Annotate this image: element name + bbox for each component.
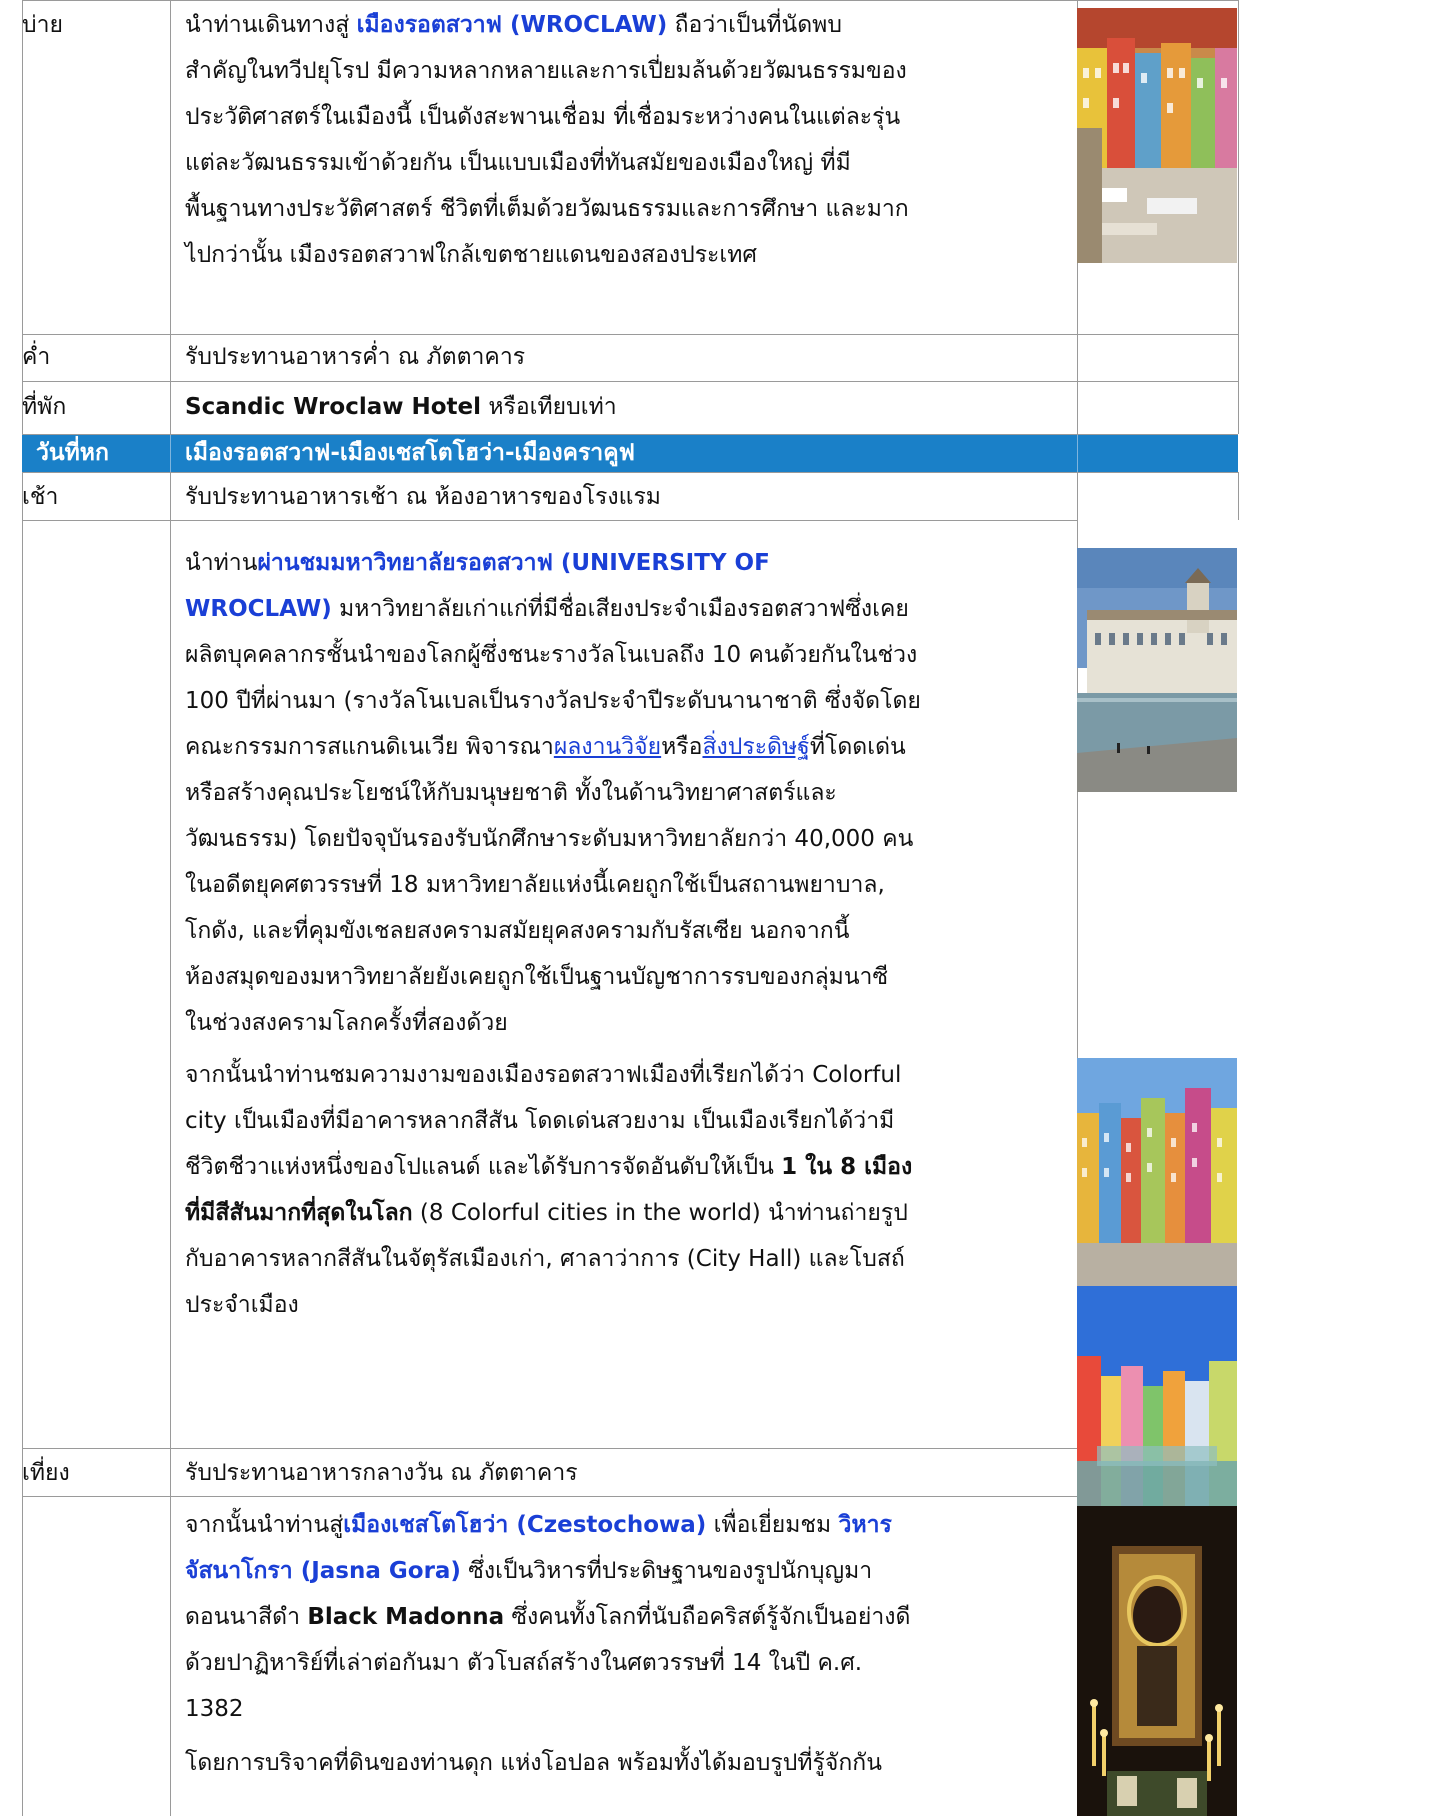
colorful-line: city เป็นเมืองที่มีอาคารหลากสีสัน โดดเด่… [185, 1108, 895, 1134]
day-route-title: เมืองรอตสวาฟ-เมืองเชสโตโฮว่า-เมืองคราคูฟ [185, 440, 635, 466]
czesto-line-1: จากนั้นนำท่านสู่เมืองเชสโตโฮว่า (Czestoc… [185, 1502, 892, 1548]
band-divider [1077, 435, 1078, 472]
band-divider [170, 435, 171, 472]
lunch-text: รับประทานอาหารกลางวัน ณ ภัตตาคาร [185, 1460, 578, 1486]
czestochowa-name: เมืองเชสโตโฮว่า (Czestochowa) [343, 1512, 707, 1538]
text-span: ซึ่งเป็นวิหารที่ประดิษฐานของรูปนักบุญมา [460, 1558, 873, 1584]
colorful-line: ประจำเมือง [185, 1292, 299, 1318]
colorful-facades-photo [1077, 1058, 1237, 1286]
text-span: หรือเทียบเท่า [481, 394, 617, 420]
university-line: ห้องสมุดของมหาวิทยาลัยยังเคยถูกใช้เป็นฐา… [185, 964, 889, 990]
black-madonna-photo [1077, 1506, 1237, 1816]
text-span: นำท่าน [185, 550, 258, 576]
university-of-wroclaw-photo [1077, 548, 1237, 792]
breakfast-text: รับประทานอาหารเช้า ณ ห้องอาหารของโรงแรม [185, 484, 661, 510]
text-span: มหาวิทยาลัยเก่าแก่ที่มีชื่อเสียงประจำเมื… [331, 596, 909, 622]
row-border [22, 520, 1077, 521]
col-border [22, 0, 23, 1816]
monastery-name: วิหาร [838, 1512, 892, 1538]
research-link[interactable]: ผลงานวิจัย [554, 734, 661, 760]
afternoon-line: แต่ละวัฒนธรรมเข้าด้วยกัน เป็นแบบเมืองที่… [185, 150, 851, 176]
colorful-line: จากนั้นนำท่านชมความงามของเมืองรอตสวาฟเมื… [185, 1062, 902, 1088]
text-span: จากนั้นนำท่านสู่ [185, 1512, 344, 1538]
row-border [22, 1496, 1077, 1497]
wroclaw-name: เมืองรอตสวาฟ (WROCLAW) [356, 12, 668, 38]
row-label-lunch: เที่ยง [22, 1460, 70, 1486]
row-label-afternoon: บ่าย [22, 12, 63, 38]
text-span: ที่โดดเด่น [809, 734, 906, 760]
university-line: ในช่วงสงครามโลกครั้งที่สองด้วย [185, 1010, 508, 1036]
text-span: หรือ [661, 734, 703, 760]
day-header-band: วันที่หก เมืองรอตสวาฟ-เมืองเชสโตโฮว่า-เม… [22, 435, 1238, 472]
col-border [1238, 0, 1239, 434]
czesto-line-3: ดอนนาสีดำ Black Madonna ซึ่งคนทั้งโลกที่… [185, 1594, 910, 1640]
row-label-breakfast: เช้า [22, 484, 59, 510]
text-span: เพื่อเยี่ยมชม [706, 1512, 839, 1538]
row-border [22, 472, 1238, 473]
university-line: 100 ปีที่ผ่านมา (รางวัลโนเบลเป็นรางวัลปร… [185, 688, 921, 714]
colorful-line-4: ที่มีสีสันมากที่สุดในโลก (8 Colorful cit… [185, 1190, 908, 1236]
university-line: วัฒนธรรม) โดยปัจจุบันรองรับนักศึกษาระดับ… [185, 826, 914, 852]
text-span: คณะกรรมการสแกนดิเนเวีย พิจารณา [185, 734, 554, 760]
col-border [170, 0, 171, 1816]
col-border [1238, 472, 1239, 520]
czesto-line-2: จัสนาโกรา (Jasna Gora) ซึ่งเป็นวิหารที่ป… [185, 1548, 872, 1594]
text-span: ซึ่งคนทั้งโลกที่นับถือคริสต์รู้จักเป็นอย… [504, 1604, 911, 1630]
afternoon-line: สำคัญในทวีปยุโรป มีความหลากหลายและการเปี… [185, 58, 907, 84]
invention-link[interactable]: สิ่งประดิษฐ์ [702, 734, 809, 760]
text-span: ชีวิตชีวาแห่งหนึ่งของโปแลนด์ และได้รับกา… [185, 1154, 782, 1180]
row-border [22, 1448, 1077, 1449]
day-label: วันที่หก [36, 440, 109, 466]
row-border [22, 0, 1238, 1]
row-border [22, 381, 1238, 382]
wroclaw-market-square-photo [1077, 8, 1237, 263]
text-span: นำท่านเดินทางสู่ [185, 12, 357, 38]
ranking-highlight: 1 ใน 8 เมือง [781, 1154, 913, 1180]
afternoon-line: พื้นฐานทางประวัติศาสตร์ ชีวิตที่เต็มด้วย… [185, 196, 909, 222]
university-line-2: WROCLAW) มหาวิทยาลัยเก่าแก่ที่มีชื่อเสีย… [185, 586, 909, 632]
afternoon-line-1: นำท่านเดินทางสู่ เมืองรอตสวาฟ (WROCLAW) … [185, 2, 842, 48]
university-line: ในอดีตยุคศตวรรษที่ 18 มหาวิทยาลัยแห่งนี้… [185, 872, 885, 898]
university-line-1: นำท่านผ่านชมมหาวิทยาลัยรอตสวาฟ (UNIVERSI… [185, 540, 770, 586]
afternoon-line: ไปกว่านั้น เมืองรอตสวาฟใกล้เขตชายแดนของส… [185, 242, 758, 268]
ranking-highlight: ที่มีสีสันมากที่สุดในโลก [185, 1200, 413, 1226]
colorful-line: กับอาคารหลากสีสันในจัตุรัสเมืองเก่า, ศาล… [185, 1246, 905, 1272]
university-line: หรือสร้างคุณประโยชน์ให้กับมนุษยชาติ ทั้ง… [185, 780, 837, 806]
university-line: โกดัง, และที่คุมขังเชลยสงครามสมัยยุคสงคร… [185, 918, 850, 944]
jasna-gora-name: จัสนาโกรา (Jasna Gora) [185, 1558, 461, 1584]
afternoon-line: ประวัติศาสตร์ในเมืองนี้ เป็นดังสะพานเชื่… [185, 104, 901, 130]
text-span: ดอนนาสีดำ [185, 1604, 308, 1630]
university-name-cont: WROCLAW) [185, 596, 332, 622]
university-line: ผลิตบุคคลากรชั้นนำของโลกผู้ซึ่งชนะรางวัล… [185, 642, 918, 668]
colorful-line-3: ชีวิตชีวาแห่งหนึ่งของโปแลนด์ และได้รับกา… [185, 1144, 912, 1190]
text-span: ถือว่าเป็นที่นัดพบ [667, 12, 842, 38]
dinner-text: รับประทานอาหารค่ำ ณ ภัตตาคาร [185, 344, 526, 370]
black-madonna-name: Black Madonna [307, 1604, 505, 1630]
czesto-line: ด้วยปาฏิหาริย์ที่เล่าต่อกันมา ตัวโบสถ์สร… [185, 1650, 863, 1676]
hotel-text: Scandic Wroclaw Hotel หรือเทียบเท่า [185, 384, 617, 430]
text-span: (8 Colorful cities in the world) นำท่านถ… [412, 1200, 908, 1226]
row-label-hotel: ที่พัก [22, 394, 67, 420]
university-line-5: คณะกรรมการสแกนดิเนเวีย พิจารณาผลงานวิจัย… [185, 724, 906, 770]
hotel-name: Scandic Wroclaw Hotel [185, 394, 482, 420]
colorful-square-photo [1077, 1286, 1237, 1506]
row-label-dinner: ค่ำ [22, 344, 51, 370]
czesto-line: 1382 [185, 1696, 244, 1722]
university-name: ผ่านชมมหาวิทยาลัยรอตสวาฟ (UNIVERSITY OF [257, 550, 770, 576]
czesto-line: โดยการบริจาคที่ดินของท่านดุก แห่งโอปอล พ… [185, 1750, 882, 1776]
